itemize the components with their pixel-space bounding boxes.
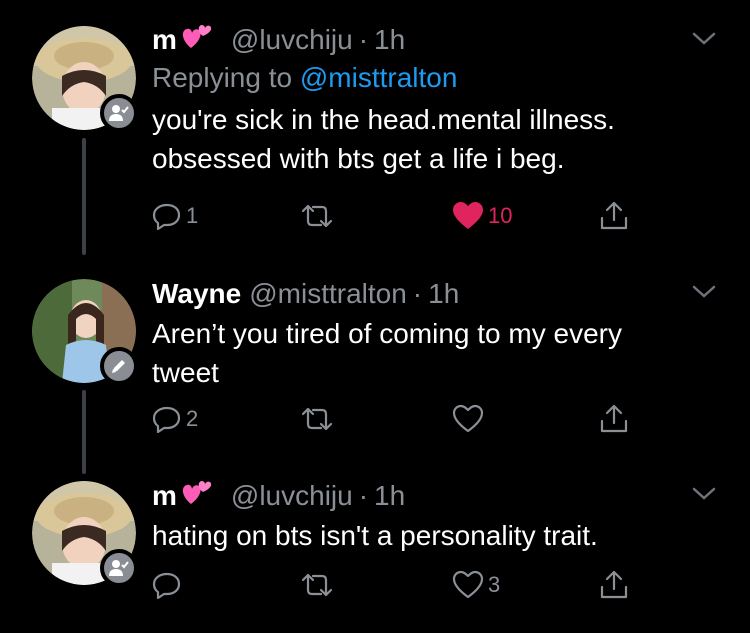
timestamp[interactable]: 1h (374, 480, 405, 512)
retweet-icon (301, 573, 333, 597)
tweet-text: you're sick in the head.mental illness. … (152, 100, 692, 178)
chevron-down-icon[interactable] (690, 283, 718, 301)
tweet-text: hating on bts isn't a personality trait. (152, 516, 692, 555)
separator-dot: · (358, 480, 369, 511)
like-button[interactable]: 10 (452, 196, 512, 236)
profile-badge (100, 347, 138, 385)
reply-button[interactable] (152, 565, 182, 605)
tweet-body: m @luvchiju · 1h hating on bts isn't a p… (152, 478, 710, 555)
tweet-text-line: Aren’t you tired of coming to my every (152, 318, 622, 349)
reply-count: 2 (186, 406, 199, 431)
heart-icon (452, 570, 484, 599)
tweet-header: Wayne @misttralton · 1h (152, 276, 710, 312)
replying-prefix: Replying to (152, 62, 293, 93)
pencil-icon (112, 360, 125, 373)
tweet-body: Wayne @misttralton · 1h Aren’t you tired… (152, 276, 710, 392)
like-button[interactable] (452, 399, 484, 439)
separator-dot: · (358, 24, 369, 55)
reply-icon (152, 572, 181, 600)
two-hearts-emoji-icon (179, 22, 213, 59)
timestamp[interactable]: 1h (428, 278, 459, 310)
tweet-text-line: obsessed with bts get a life i beg. (152, 143, 565, 174)
profile-badge (100, 549, 138, 587)
chevron-down-icon[interactable] (690, 30, 718, 48)
separator-dot: · (412, 278, 423, 309)
reply-button[interactable]: 1 (152, 196, 198, 236)
avatar[interactable] (32, 279, 138, 385)
retweet-button[interactable] (299, 399, 335, 439)
user-handle[interactable]: @luvchiju (231, 480, 353, 512)
user-handle[interactable]: @luvchiju (231, 24, 353, 56)
user-check-icon (109, 560, 129, 576)
display-name[interactable]: m (152, 24, 177, 56)
chevron-down-icon[interactable] (690, 485, 718, 503)
retweet-icon (301, 407, 333, 431)
display-name[interactable]: Wayne (152, 278, 241, 310)
share-button[interactable] (598, 399, 630, 439)
retweet-button[interactable] (299, 565, 335, 605)
tweet-thread: m @luvchiju · 1h Replying to @misttralto… (0, 0, 750, 633)
tweet[interactable]: m @luvchiju · 1h Replying to @misttralto… (0, 0, 750, 265)
like-count: 10 (488, 203, 513, 228)
like-button[interactable]: 3 (452, 565, 500, 605)
reply-icon (152, 406, 181, 434)
profile-badge (100, 94, 138, 132)
tweet-header: m @luvchiju · 1h (152, 478, 710, 514)
share-icon (600, 201, 628, 230)
share-icon (600, 570, 628, 599)
avatar[interactable] (32, 481, 138, 587)
display-name[interactable]: m (152, 480, 177, 512)
tweet-text-line: tweet (152, 357, 219, 388)
tweet[interactable]: Wayne @misttralton · 1h Aren’t you tired… (0, 265, 750, 465)
replying-to: Replying to @misttralton (152, 58, 710, 98)
tweet-text-line: hating on bts isn't a personality trait. (152, 520, 598, 551)
share-button[interactable] (598, 565, 630, 605)
tweet-header: m @luvchiju · 1h (152, 22, 710, 58)
retweet-icon (301, 204, 333, 228)
retweet-button[interactable] (299, 196, 335, 236)
reply-icon (152, 203, 181, 231)
user-handle[interactable]: @misttralton (249, 278, 407, 310)
heart-icon (452, 404, 484, 433)
share-icon (600, 404, 628, 433)
share-button[interactable] (598, 196, 630, 236)
reply-count: 1 (186, 203, 199, 228)
tweet-actions: 2 (152, 399, 652, 439)
tweet-text: Aren’t you tired of coming to my every t… (152, 314, 692, 392)
tweet-actions: 1 10 (152, 196, 652, 236)
mention-link[interactable]: @misttralton (300, 62, 458, 93)
heart-filled-icon (453, 202, 483, 229)
like-count: 3 (488, 572, 501, 597)
tweet-actions: 3 (152, 565, 652, 605)
tweet-body: m @luvchiju · 1h Replying to @misttralto… (152, 22, 710, 178)
tweet-text-line: you're sick in the head.mental illness. (152, 104, 615, 135)
avatar[interactable] (32, 26, 138, 132)
reply-button[interactable]: 2 (152, 399, 198, 439)
thread-connector (82, 138, 86, 255)
thread-connector (82, 390, 86, 474)
timestamp[interactable]: 1h (374, 24, 405, 56)
two-hearts-emoji-icon (179, 478, 213, 515)
user-check-icon (109, 105, 129, 121)
tweet[interactable]: m @luvchiju · 1h hating on bts isn't a p… (0, 465, 750, 633)
